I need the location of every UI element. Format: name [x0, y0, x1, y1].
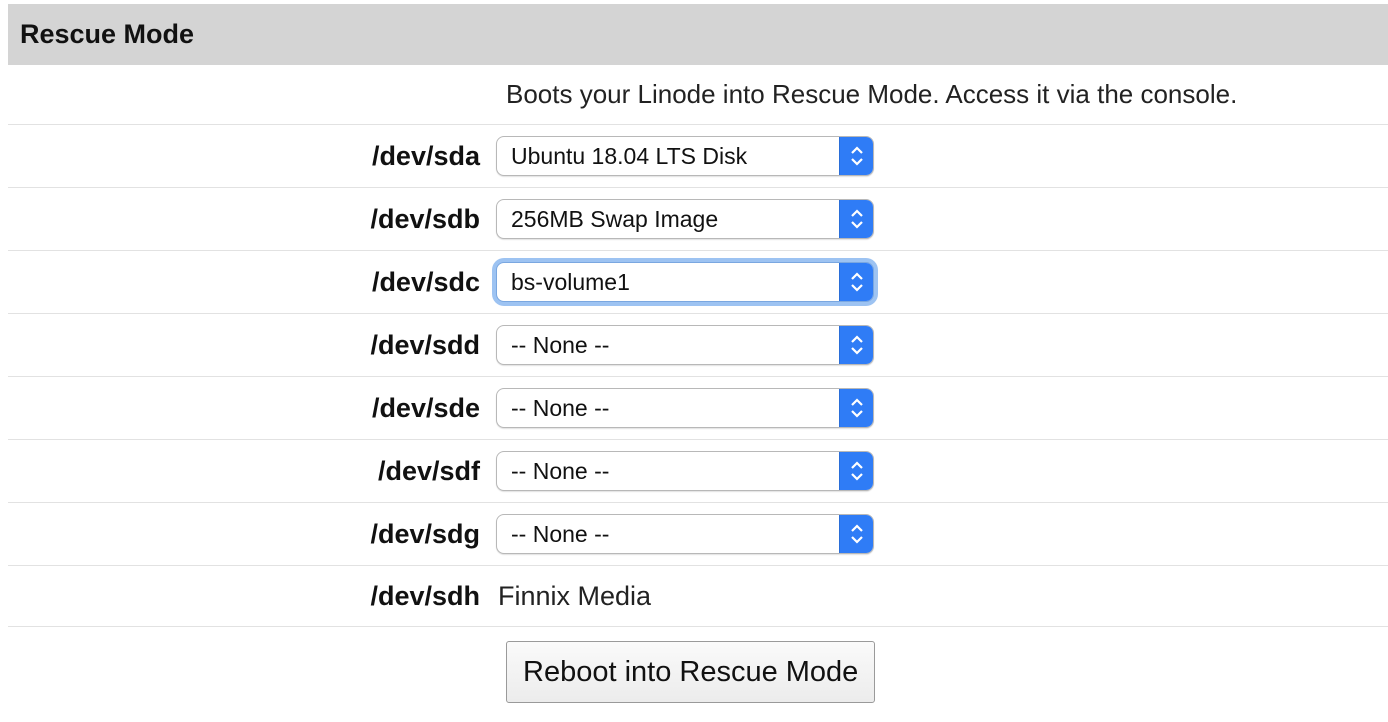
device-label: /dev/sdd [370, 329, 480, 360]
select-value: Ubuntu 18.04 LTS Disk [511, 142, 748, 169]
chevron-up-down-icon [839, 137, 873, 175]
select-value: bs-volume1 [511, 268, 630, 295]
device-select-sdd[interactable]: -- None -- [496, 325, 874, 365]
select-value: -- None -- [511, 520, 610, 547]
panel-title: Rescue Mode [20, 19, 195, 49]
device-select-sdc[interactable]: bs-volume1 [496, 262, 874, 302]
device-select-sdf[interactable]: -- None -- [496, 451, 874, 491]
device-row-sda: /dev/sda Ubuntu 18.04 LTS Disk [8, 125, 1388, 188]
device-row-sdf: /dev/sdf -- None -- [8, 440, 1388, 503]
device-select-sde[interactable]: -- None -- [496, 388, 874, 428]
action-row: Reboot into Rescue Mode [8, 627, 1388, 717]
device-select-sdg[interactable]: -- None -- [496, 514, 874, 554]
device-label: /dev/sdh [370, 580, 480, 611]
chevron-up-down-icon [839, 326, 873, 364]
finnix-media-value: Finnix Media [498, 580, 652, 611]
device-label: /dev/sde [371, 392, 480, 423]
chevron-up-down-icon [839, 200, 873, 238]
device-label: /dev/sda [371, 140, 480, 171]
select-value: -- None -- [511, 394, 610, 421]
description-text: Boots your Linode into Rescue Mode. Acce… [506, 79, 1238, 109]
device-row-sdg: /dev/sdg -- None -- [8, 503, 1388, 566]
device-label: /dev/sdf [377, 455, 480, 486]
device-row-sdh: /dev/sdh Finnix Media [8, 566, 1388, 627]
device-row-sdc: /dev/sdc bs-volume1 [8, 251, 1388, 314]
panel-header: Rescue Mode [8, 4, 1388, 65]
select-value: 256MB Swap Image [511, 205, 719, 232]
description-row: Boots your Linode into Rescue Mode. Acce… [8, 65, 1388, 125]
device-row-sdd: /dev/sdd -- None -- [8, 314, 1388, 377]
chevron-up-down-icon [839, 452, 873, 490]
device-label: /dev/sdb [370, 203, 480, 234]
rescue-mode-panel: Rescue Mode Boots your Linode into Rescu… [8, 4, 1388, 717]
chevron-up-down-icon [839, 515, 873, 553]
device-label: /dev/sdg [370, 518, 480, 549]
chevron-up-down-icon [839, 263, 873, 301]
select-value: -- None -- [511, 331, 610, 358]
select-value: -- None -- [511, 457, 610, 484]
device-row-sde: /dev/sde -- None -- [8, 377, 1388, 440]
device-row-sdb: /dev/sdb 256MB Swap Image [8, 188, 1388, 251]
device-select-sdb[interactable]: 256MB Swap Image [496, 199, 874, 239]
reboot-rescue-button[interactable]: Reboot into Rescue Mode [506, 641, 876, 703]
device-select-sda[interactable]: Ubuntu 18.04 LTS Disk [496, 136, 874, 176]
chevron-up-down-icon [839, 389, 873, 427]
device-label: /dev/sdc [371, 266, 480, 297]
